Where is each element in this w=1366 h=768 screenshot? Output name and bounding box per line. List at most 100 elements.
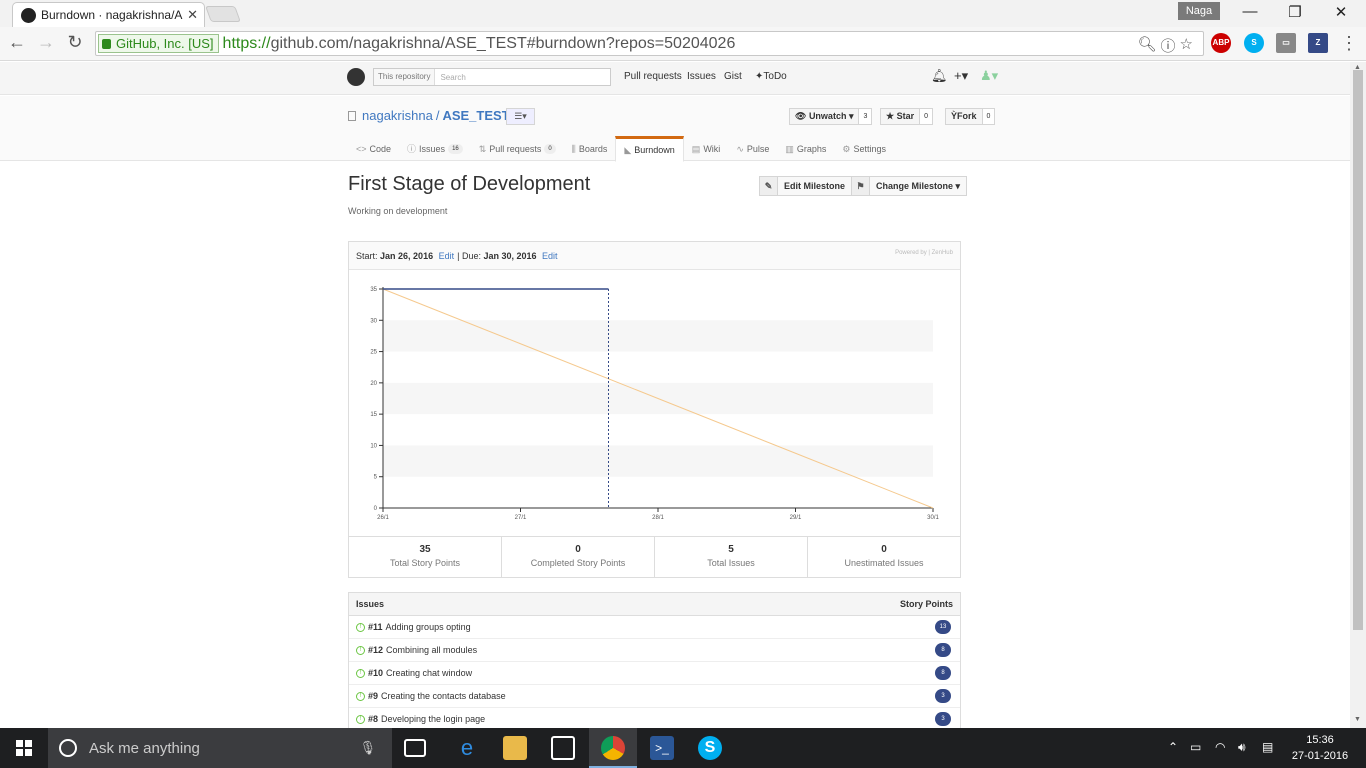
skype-icon[interactable]: S bbox=[698, 736, 722, 760]
tab-close-icon[interactable]: ✕ bbox=[187, 7, 198, 23]
back-icon[interactable]: ← bbox=[5, 32, 29, 53]
restore-icon[interactable]: ❐ bbox=[1275, 3, 1315, 21]
cast-icon[interactable]: ▭ bbox=[1276, 33, 1296, 53]
tray-expand-icon[interactable]: ⌃ bbox=[1168, 740, 1178, 754]
new-tab-button[interactable] bbox=[205, 6, 241, 22]
issue-row[interactable]: ! #8 Developing the login page 3 bbox=[349, 708, 960, 728]
microphone-icon[interactable]: 🎙︎ bbox=[359, 740, 376, 756]
cortana-search-box[interactable]: Ask me anything 🎙︎ bbox=[48, 728, 392, 768]
github-favicon-icon bbox=[21, 7, 36, 23]
tab-wiki[interactable]: ▤ Wiki bbox=[684, 136, 729, 162]
milestone-stats: 35 Total Story Points 0 Completed Story Po… bbox=[349, 536, 960, 578]
nav-todo[interactable]: ✦ToDo bbox=[755, 71, 787, 82]
issue-title[interactable]: Developing the login page bbox=[381, 714, 485, 724]
file-explorer-icon[interactable] bbox=[503, 736, 527, 760]
browser-tab[interactable]: Burndown · nagakrishna/A ✕ bbox=[12, 2, 205, 27]
tab-pull-requests[interactable]: ⇅ Pull requests 0 bbox=[471, 136, 564, 162]
story-points-badge: 8 bbox=[935, 666, 951, 680]
url-text[interactable]: https://github.com/nagakrishna/ASE_TEST#… bbox=[223, 35, 736, 53]
fork-button[interactable]: ỲFork 0 bbox=[945, 108, 996, 125]
edge-browser-icon[interactable]: e bbox=[455, 736, 479, 760]
tab-settings[interactable]: ⚙ Settings bbox=[834, 136, 894, 162]
graph-icon: ▥ bbox=[785, 144, 794, 154]
create-new-plus-icon[interactable]: +▾ bbox=[954, 68, 968, 84]
issue-number[interactable]: #9 bbox=[368, 691, 378, 701]
search-input[interactable]: This repository Search bbox=[373, 68, 611, 86]
github-logo-icon[interactable] bbox=[347, 68, 365, 86]
profile-button[interactable]: Naga bbox=[1178, 2, 1220, 20]
action-center-icon[interactable]: ▤ bbox=[1262, 740, 1273, 754]
issue-title[interactable]: Creating chat window bbox=[386, 668, 472, 678]
tab-code[interactable]: <> Code bbox=[348, 136, 399, 162]
repo-list-menu-icon[interactable]: ☰▾ bbox=[506, 108, 535, 125]
tab-pulse[interactable]: ∿ Pulse bbox=[728, 136, 777, 162]
repo-owner-link[interactable]: nagakrishna bbox=[362, 108, 433, 123]
ev-certificate-badge[interactable]: GitHub, Inc. [US] bbox=[98, 34, 219, 53]
issue-title[interactable]: Creating the contacts database bbox=[381, 691, 506, 701]
issue-title[interactable]: Combining all modules bbox=[386, 645, 477, 655]
chrome-taskbar-button[interactable] bbox=[589, 728, 637, 768]
notifications-bell-icon[interactable]: 🔔︎ bbox=[931, 68, 948, 84]
star-button[interactable]: ★ Star 0 bbox=[880, 108, 933, 125]
tab-boards[interactable]: ⫼ Boards bbox=[564, 136, 616, 162]
powershell-icon[interactable]: >_ bbox=[650, 736, 674, 760]
close-window-icon[interactable]: ✕ bbox=[1321, 3, 1361, 21]
battery-icon[interactable]: ▭ bbox=[1190, 740, 1201, 754]
adblock-icon[interactable]: ABP bbox=[1211, 33, 1231, 53]
change-milestone-button[interactable]: ⚑ Change Milestone ▾ bbox=[851, 176, 968, 196]
powered-by-zenhub[interactable]: Powered by | ZenHub bbox=[895, 250, 953, 256]
nav-gist[interactable]: Gist bbox=[724, 71, 742, 82]
burndown-icon: ◣ bbox=[624, 144, 632, 155]
y-tick-label: 5 bbox=[374, 475, 378, 481]
minimize-icon[interactable]: — bbox=[1230, 3, 1270, 20]
task-view-icon[interactable] bbox=[404, 739, 426, 757]
gear-icon: ⚙ bbox=[842, 144, 851, 154]
edit-due-link[interactable]: Edit bbox=[542, 251, 558, 261]
watch-count[interactable]: 3 bbox=[859, 108, 873, 125]
issue-row[interactable]: ! #9 Creating the contacts database 3 bbox=[349, 685, 960, 708]
tab-burndown[interactable]: ◣ Burndown bbox=[615, 136, 684, 162]
star-count[interactable]: 0 bbox=[920, 108, 933, 125]
repo-name-link[interactable]: ASE_TEST bbox=[442, 108, 509, 123]
issue-row[interactable]: ! #10 Creating chat window 8 bbox=[349, 662, 960, 685]
tab-graphs[interactable]: ▥ Graphs bbox=[777, 136, 834, 162]
issue-number[interactable]: #11 bbox=[368, 622, 383, 632]
repo-book-icon bbox=[348, 110, 356, 121]
store-icon[interactable] bbox=[551, 736, 575, 760]
repo-title: nagakrishna / ASE_TEST bbox=[348, 108, 510, 123]
windows-start-icon[interactable] bbox=[16, 740, 32, 756]
scroll-down-icon[interactable]: ▼ bbox=[1354, 716, 1361, 723]
issue-number[interactable]: #12 bbox=[368, 645, 383, 655]
unwatch-button[interactable]: 👁︎ Unwatch ▾ 3 bbox=[789, 108, 873, 125]
reload-icon[interactable]: ↻ bbox=[63, 32, 87, 53]
zenhub-extension-icon[interactable]: Z bbox=[1308, 33, 1328, 53]
stat-total-issues: 5 Total Issues bbox=[655, 537, 808, 578]
issue-row[interactable]: ! #12 Combining all modules 8 bbox=[349, 639, 960, 662]
address-bar[interactable]: GitHub, Inc. [US] https://github.com/nag… bbox=[95, 31, 1204, 56]
forward-icon[interactable]: → bbox=[34, 32, 58, 53]
user-avatar-icon[interactable]: ♟▾ bbox=[980, 68, 998, 84]
zoom-icon[interactable]: 🔍︎ bbox=[1137, 35, 1156, 56]
fork-count[interactable]: 0 bbox=[982, 108, 996, 125]
edit-milestone-button[interactable]: ✎ Edit Milestone bbox=[759, 176, 853, 196]
issue-number[interactable]: #10 bbox=[368, 668, 383, 678]
issue-title[interactable]: Adding groups opting bbox=[386, 622, 471, 632]
chrome-menu-icon[interactable]: ⋮ bbox=[1340, 33, 1358, 54]
volume-icon[interactable]: 🔊︎ bbox=[1238, 740, 1246, 755]
tab-issues[interactable]: ⓘ Issues 16 bbox=[399, 136, 471, 162]
scrollbar-thumb[interactable] bbox=[1353, 70, 1363, 630]
ip-extension-icon[interactable]: ⓘ bbox=[1161, 35, 1176, 56]
wifi-icon[interactable]: ◠ bbox=[1215, 740, 1225, 754]
issue-number[interactable]: #8 bbox=[368, 714, 378, 724]
nav-issues[interactable]: Issues bbox=[687, 71, 716, 82]
system-clock[interactable]: 15:36 27-01-2016 bbox=[1288, 732, 1352, 764]
page-viewport: This repository Search Pull requests Iss… bbox=[0, 62, 1350, 728]
browser-titlebar: Burndown · nagakrishna/A ✕ Naga — ❐ ✕ bbox=[0, 0, 1366, 27]
bookmark-star-icon[interactable]: ☆ bbox=[1180, 35, 1193, 56]
edit-start-link[interactable]: Edit bbox=[439, 251, 455, 261]
nav-pull-requests[interactable]: Pull requests bbox=[624, 71, 682, 82]
issue-icon: ⓘ bbox=[407, 144, 417, 154]
page-scrollbar[interactable]: ▲ ▼ bbox=[1350, 62, 1366, 728]
skype-extension-icon[interactable]: S bbox=[1244, 33, 1264, 53]
issue-row[interactable]: ! #11 Adding groups opting 13 bbox=[349, 616, 960, 639]
